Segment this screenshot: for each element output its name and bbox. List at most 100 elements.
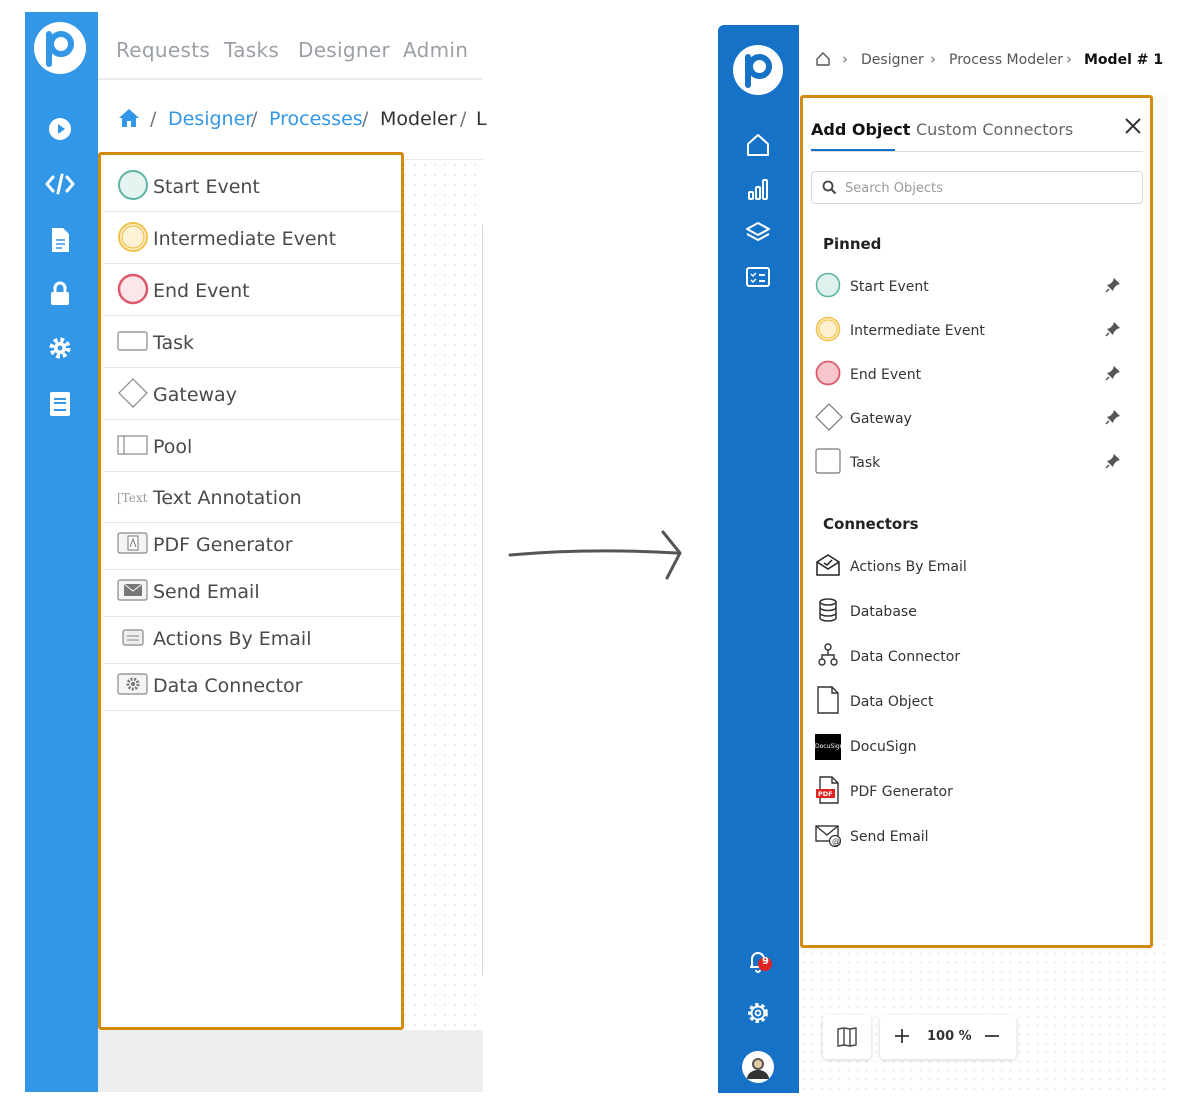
search-icon: [822, 180, 837, 199]
gear-icon[interactable]: [45, 336, 75, 362]
nav-designer[interactable]: Designer: [298, 38, 390, 62]
old-bottom-bar: [98, 1030, 483, 1092]
new-logo[interactable]: [733, 45, 783, 95]
intermediate-event-icon: [117, 221, 149, 257]
breadcrumb-designer[interactable]: Designer: [168, 108, 253, 130]
send-email-icon: [117, 578, 149, 606]
old-control-end-event[interactable]: End Event: [104, 266, 401, 316]
lock-icon[interactable]: [45, 281, 75, 307]
old-control-pool[interactable]: Pool: [104, 422, 401, 472]
layers-icon[interactable]: [744, 218, 772, 246]
database-icon: [815, 597, 841, 627]
transition-arrow-icon: [508, 530, 682, 580]
gateway-icon: [815, 403, 843, 435]
zoom-out-button[interactable]: [984, 1028, 1000, 1048]
old-logo[interactable]: [34, 22, 86, 74]
notification-bell-icon[interactable]: 9: [744, 945, 772, 973]
old-control-gateway[interactable]: Gateway: [104, 370, 401, 420]
analytics-icon[interactable]: [744, 175, 772, 203]
tasks-list-icon[interactable]: [744, 263, 772, 291]
old-canvas-divider: [482, 225, 483, 975]
end-event-icon: [815, 360, 841, 390]
tab-add-object[interactable]: Add Object: [811, 120, 910, 139]
pinned-gateway[interactable]: Gateway: [815, 401, 1135, 437]
pdf-generator-icon: [117, 531, 149, 559]
user-avatar[interactable]: [741, 1050, 775, 1084]
pin-icon[interactable]: [1105, 453, 1121, 473]
pinned-end-event[interactable]: End Event: [815, 357, 1135, 393]
zoom-controls: 100 %: [880, 1015, 1016, 1059]
pin-icon[interactable]: [1105, 321, 1121, 341]
map-icon: [837, 1027, 857, 1051]
task-icon: [815, 448, 841, 478]
minimap-toggle-button[interactable]: [823, 1015, 871, 1059]
connector-docusign[interactable]: DocuSign DocuSign: [815, 729, 1135, 765]
breadcrumb-process-modeler[interactable]: Process Modeler: [949, 52, 1063, 68]
intermediate-event-icon: [815, 316, 841, 346]
actions-by-email-icon: [117, 625, 149, 653]
old-control-start-event[interactable]: Start Event: [104, 162, 401, 212]
breadcrumb-model: Model # 1: [1084, 52, 1164, 68]
connector-database[interactable]: Database: [815, 594, 1135, 630]
pin-icon[interactable]: [1105, 277, 1121, 297]
nav-requests[interactable]: Requests: [116, 38, 210, 62]
data-connector-icon: [117, 672, 149, 700]
tab-custom-connectors[interactable]: Custom Connectors: [916, 120, 1073, 139]
gateway-icon: [117, 377, 149, 413]
book-icon[interactable]: [45, 391, 75, 417]
pool-icon: [117, 434, 149, 460]
pinned-task[interactable]: Task: [815, 445, 1135, 481]
old-control-task[interactable]: Task: [104, 318, 401, 368]
old-control-data-connector[interactable]: Data Connector: [104, 661, 401, 711]
nav-tasks[interactable]: Tasks: [224, 38, 279, 62]
notification-badge: 9: [762, 956, 769, 967]
tab-divider: [811, 151, 1143, 152]
search-objects-input[interactable]: Search Objects: [811, 171, 1143, 204]
home-icon[interactable]: [744, 131, 772, 159]
task-icon: [117, 330, 149, 356]
chevron-right-icon: ›: [930, 50, 936, 68]
pin-icon[interactable]: [1105, 365, 1121, 385]
connector-data-connector[interactable]: Data Connector: [815, 639, 1135, 675]
old-control-actions-by-email[interactable]: Actions By Email: [104, 614, 401, 664]
pdf-generator-icon: PDF: [815, 776, 841, 808]
old-breadcrumb: / Designer / Processes / Modeler / L: [98, 82, 487, 160]
start-event-icon: [815, 272, 841, 302]
chevron-right-icon: ›: [1066, 50, 1072, 68]
zoom-in-button[interactable]: [894, 1028, 910, 1048]
connectors-title: Connectors: [823, 515, 919, 533]
connector-pdf-generator[interactable]: PDF PDF Generator: [815, 774, 1135, 810]
end-event-icon: [117, 273, 149, 309]
breadcrumb-processes[interactable]: Processes: [269, 108, 363, 130]
old-control-intermediate-event[interactable]: Intermediate Event: [104, 214, 401, 264]
document-icon[interactable]: [45, 227, 75, 253]
home-icon[interactable]: [118, 108, 140, 132]
home-breadcrumb-icon[interactable]: [815, 51, 831, 71]
breadcrumb-designer[interactable]: Designer: [861, 52, 924, 68]
settings-gear-icon[interactable]: [744, 999, 772, 1027]
text-annotation-icon: [Text: [117, 490, 148, 505]
play-icon[interactable]: [45, 117, 75, 143]
old-canvas[interactable]: [400, 160, 483, 1030]
pinned-intermediate-event[interactable]: Intermediate Event: [815, 313, 1135, 349]
old-control-pdf-generator[interactable]: PDF Generator: [104, 520, 401, 570]
send-email-icon: @: [815, 822, 843, 852]
pinned-start-event[interactable]: Start Event: [815, 269, 1135, 305]
old-controls-panel: Start Event Intermediate Event End Event…: [98, 152, 404, 1030]
connector-send-email[interactable]: @ Send Email: [815, 819, 1135, 855]
nav-admin[interactable]: Admin: [403, 38, 468, 62]
add-object-panel: Add Object Custom Connectors Search Obje…: [800, 95, 1153, 948]
old-top-nav: Requests Tasks Designer Admin: [98, 12, 483, 80]
breadcrumb-truncated: L: [476, 108, 487, 130]
code-icon[interactable]: [45, 172, 75, 198]
connector-data-object[interactable]: Data Object: [815, 684, 1135, 720]
start-event-icon: [117, 169, 149, 205]
old-control-text-annotation[interactable]: [Text Text Annotation: [104, 473, 401, 523]
breadcrumb-modeler: Modeler: [380, 108, 457, 130]
data-object-icon: [815, 686, 841, 718]
chevron-right-icon: ›: [842, 50, 848, 68]
close-icon[interactable]: [1121, 114, 1145, 138]
connector-actions-by-email[interactable]: Actions By Email: [815, 549, 1135, 585]
old-control-send-email[interactable]: Send Email: [104, 567, 401, 617]
pin-icon[interactable]: [1105, 409, 1121, 429]
